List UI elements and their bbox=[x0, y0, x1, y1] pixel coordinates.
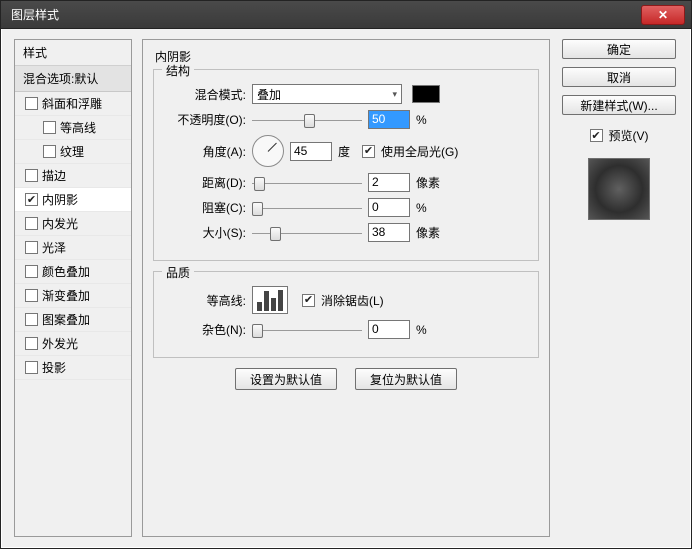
style-item-label: 光泽 bbox=[42, 239, 66, 256]
style-item-checkbox[interactable] bbox=[25, 313, 38, 326]
style-item-checkbox[interactable] bbox=[25, 265, 38, 278]
style-item-label: 描边 bbox=[42, 167, 66, 184]
style-item-label: 内发光 bbox=[42, 215, 78, 232]
style-item-checkbox[interactable] bbox=[25, 169, 38, 182]
distance-slider[interactable] bbox=[252, 174, 362, 192]
close-icon: ✕ bbox=[658, 8, 668, 22]
global-light-label: 使用全局光(G) bbox=[381, 143, 458, 160]
opacity-input[interactable]: 50 bbox=[368, 110, 410, 129]
styles-panel: 样式 混合选项:默认 斜面和浮雕等高线纹理描边内阴影内发光光泽颜色叠加渐变叠加图… bbox=[14, 39, 132, 537]
antialias-checkbox[interactable] bbox=[302, 294, 315, 307]
close-button[interactable]: ✕ bbox=[641, 5, 685, 25]
blend-mode-label: 混合模式: bbox=[166, 86, 246, 103]
choke-input[interactable]: 0 bbox=[368, 198, 410, 217]
noise-input[interactable]: 0 bbox=[368, 320, 410, 339]
preview-label: 预览(V) bbox=[609, 127, 649, 144]
style-item-label: 投影 bbox=[42, 359, 66, 376]
ok-button[interactable]: 确定 bbox=[562, 39, 676, 59]
distance-input[interactable]: 2 bbox=[368, 173, 410, 192]
angle-input[interactable]: 45 bbox=[290, 142, 332, 161]
opacity-label: 不透明度(O): bbox=[166, 111, 246, 128]
angle-unit: 度 bbox=[338, 143, 350, 160]
distance-label: 距离(D): bbox=[166, 174, 246, 191]
style-item-0[interactable]: 斜面和浮雕 bbox=[15, 92, 131, 116]
style-item-checkbox[interactable] bbox=[25, 193, 38, 206]
action-panel: 确定 取消 新建样式(W)... 预览(V) bbox=[560, 39, 678, 537]
style-item-11[interactable]: 投影 bbox=[15, 356, 131, 380]
structure-group: 结构 混合模式: 叠加 ▾ 不透明度(O): 50 % bbox=[153, 69, 539, 261]
angle-dial[interactable] bbox=[252, 135, 284, 167]
section-title: 内阴影 bbox=[155, 48, 539, 65]
size-slider[interactable] bbox=[252, 224, 362, 242]
style-item-label: 斜面和浮雕 bbox=[42, 95, 102, 112]
preview-thumbnail bbox=[588, 158, 650, 220]
set-default-button[interactable]: 设置为默认值 bbox=[235, 368, 337, 390]
style-item-checkbox[interactable] bbox=[25, 289, 38, 302]
columns: 样式 混合选项:默认 斜面和浮雕等高线纹理描边内阴影内发光光泽颜色叠加渐变叠加图… bbox=[14, 39, 678, 537]
style-item-label: 图案叠加 bbox=[42, 311, 90, 328]
style-item-label: 外发光 bbox=[42, 335, 78, 352]
blend-mode-select[interactable]: 叠加 ▾ bbox=[252, 84, 402, 104]
style-item-10[interactable]: 外发光 bbox=[15, 332, 131, 356]
style-item-1[interactable]: 等高线 bbox=[15, 116, 131, 140]
style-item-checkbox[interactable] bbox=[25, 97, 38, 110]
style-item-checkbox[interactable] bbox=[25, 361, 38, 374]
quality-legend: 品质 bbox=[162, 264, 194, 281]
style-item-label: 等高线 bbox=[60, 119, 96, 136]
blend-options-header[interactable]: 混合选项:默认 bbox=[15, 66, 131, 92]
opacity-slider[interactable] bbox=[252, 111, 362, 129]
style-item-9[interactable]: 图案叠加 bbox=[15, 308, 131, 332]
style-item-checkbox[interactable] bbox=[25, 217, 38, 230]
style-item-6[interactable]: 光泽 bbox=[15, 236, 131, 260]
structure-legend: 结构 bbox=[162, 62, 194, 79]
size-input[interactable]: 38 bbox=[368, 223, 410, 242]
angle-label: 角度(A): bbox=[166, 143, 246, 160]
new-style-button[interactable]: 新建样式(W)... bbox=[562, 95, 676, 115]
blend-mode-value: 叠加 bbox=[257, 86, 281, 103]
cancel-button[interactable]: 取消 bbox=[562, 67, 676, 87]
style-item-label: 渐变叠加 bbox=[42, 287, 90, 304]
choke-slider[interactable] bbox=[252, 199, 362, 217]
style-item-5[interactable]: 内发光 bbox=[15, 212, 131, 236]
contour-label: 等高线: bbox=[166, 292, 246, 309]
chevron-down-icon: ▾ bbox=[392, 89, 397, 100]
dialog-body: 样式 混合选项:默认 斜面和浮雕等高线纹理描边内阴影内发光光泽颜色叠加渐变叠加图… bbox=[1, 29, 691, 548]
style-item-checkbox[interactable] bbox=[43, 145, 56, 158]
quality-group: 品质 等高线: 消除锯齿(L) 杂色(N): 0 % bbox=[153, 271, 539, 358]
choke-label: 阻塞(C): bbox=[166, 199, 246, 216]
noise-slider[interactable] bbox=[252, 321, 362, 339]
choke-unit: % bbox=[416, 201, 446, 215]
distance-unit: 像素 bbox=[416, 174, 446, 191]
style-item-4[interactable]: 内阴影 bbox=[15, 188, 131, 212]
style-item-label: 颜色叠加 bbox=[42, 263, 90, 280]
style-item-8[interactable]: 渐变叠加 bbox=[15, 284, 131, 308]
style-item-2[interactable]: 纹理 bbox=[15, 140, 131, 164]
antialias-label: 消除锯齿(L) bbox=[321, 292, 384, 309]
window-title: 图层样式 bbox=[11, 6, 641, 23]
contour-picker[interactable] bbox=[252, 286, 288, 314]
style-item-checkbox[interactable] bbox=[43, 121, 56, 134]
preview-checkbox[interactable] bbox=[590, 129, 603, 142]
noise-unit: % bbox=[416, 323, 446, 337]
size-label: 大小(S): bbox=[166, 224, 246, 241]
global-light-checkbox[interactable] bbox=[362, 145, 375, 158]
style-item-3[interactable]: 描边 bbox=[15, 164, 131, 188]
color-swatch[interactable] bbox=[412, 85, 440, 103]
style-item-label: 纹理 bbox=[60, 143, 84, 160]
style-item-checkbox[interactable] bbox=[25, 241, 38, 254]
style-item-checkbox[interactable] bbox=[25, 337, 38, 350]
style-item-7[interactable]: 颜色叠加 bbox=[15, 260, 131, 284]
noise-label: 杂色(N): bbox=[166, 321, 246, 338]
size-unit: 像素 bbox=[416, 224, 446, 241]
opacity-unit: % bbox=[416, 113, 446, 127]
titlebar: 图层样式 ✕ bbox=[1, 1, 691, 29]
styles-header[interactable]: 样式 bbox=[15, 40, 131, 66]
defaults-row: 设置为默认值 复位为默认值 bbox=[153, 368, 539, 390]
reset-default-button[interactable]: 复位为默认值 bbox=[355, 368, 457, 390]
settings-panel: 内阴影 结构 混合模式: 叠加 ▾ 不透明度(O): 50 bbox=[142, 39, 550, 537]
layer-style-dialog: 图层样式 ✕ 样式 混合选项:默认 斜面和浮雕等高线纹理描边内阴影内发光光泽颜色… bbox=[0, 0, 692, 549]
style-item-label: 内阴影 bbox=[42, 191, 78, 208]
